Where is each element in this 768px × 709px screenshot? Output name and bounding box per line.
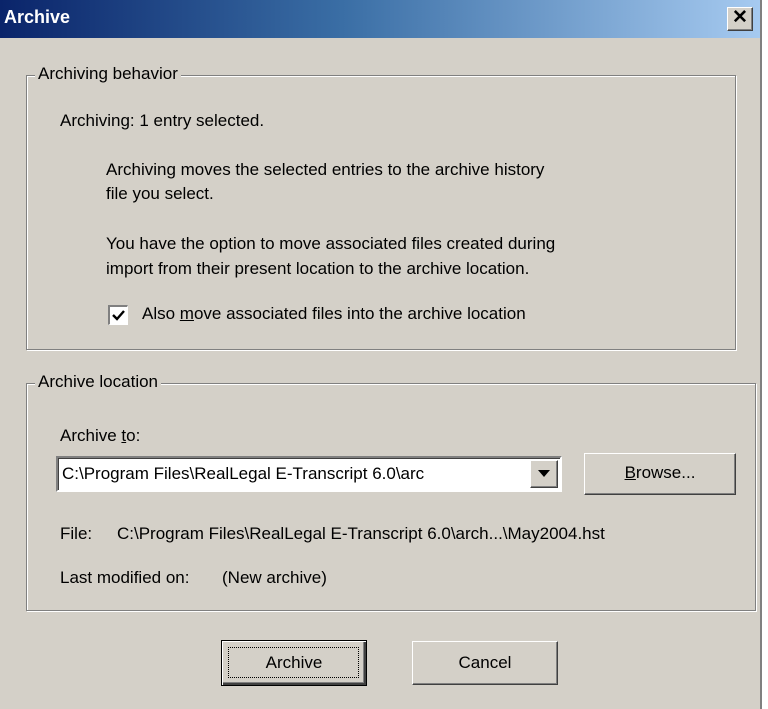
archiving-status-text: Archiving: 1 entry selected.	[60, 111, 265, 130]
archive-location-legend: Archive location	[35, 372, 162, 392]
last-modified-value: (New archive)	[222, 568, 327, 587]
focus-rectangle	[228, 647, 359, 678]
label-part: Archive	[60, 426, 122, 445]
description-line-1: Archiving moves the selected entries to …	[106, 160, 545, 179]
browse-button-label: Browse...	[625, 454, 696, 492]
label-part: Also	[142, 304, 180, 323]
close-icon: ✕	[732, 7, 748, 28]
archiving-behavior-legend: Archiving behavior	[35, 64, 181, 84]
label-part: o:	[126, 426, 141, 445]
description-line-2: file you select.	[106, 184, 214, 203]
label-part: ove associated files into the archive lo…	[193, 304, 526, 323]
cancel-button[interactable]: Cancel	[412, 641, 558, 685]
archive-path-combobox[interactable]: C:\Program Files\RealLegal E-Transcript …	[56, 456, 562, 492]
cancel-button-label: Cancel	[458, 653, 512, 672]
file-path-value: C:\Program Files\RealLegal E-Transcript …	[117, 524, 605, 543]
last-modified-label: Last modified on:	[60, 568, 190, 587]
move-associated-files-label[interactable]: Also move associated files into the arch…	[142, 304, 526, 324]
window-title: Archive	[4, 7, 71, 27]
archive-to-label: Archive to:	[60, 426, 140, 446]
title-bar[interactable]: Archive ✕	[0, 0, 760, 38]
archive-button[interactable]: Archive	[221, 640, 367, 686]
archive-path-value: C:\Program Files\RealLegal E-Transcript …	[62, 464, 425, 483]
option-description-line-2: import from their present location to th…	[106, 259, 530, 278]
browse-button[interactable]: Browse...	[584, 453, 736, 495]
move-associated-files-checkbox[interactable]	[108, 305, 128, 325]
close-button[interactable]: ✕	[727, 7, 753, 31]
checkmark-icon	[112, 310, 125, 321]
combobox-dropdown-button[interactable]	[530, 460, 558, 488]
file-label: File:	[60, 524, 93, 543]
label-part: rowse...	[635, 463, 696, 482]
label-accelerator: m	[179, 304, 194, 323]
option-description-line-1: You have the option to move associated f…	[106, 234, 556, 253]
chevron-down-icon	[538, 470, 550, 477]
archive-dialog: Archive ✕ Archiving behavior Archiving: …	[0, 0, 762, 709]
label-accelerator: B	[624, 463, 636, 482]
